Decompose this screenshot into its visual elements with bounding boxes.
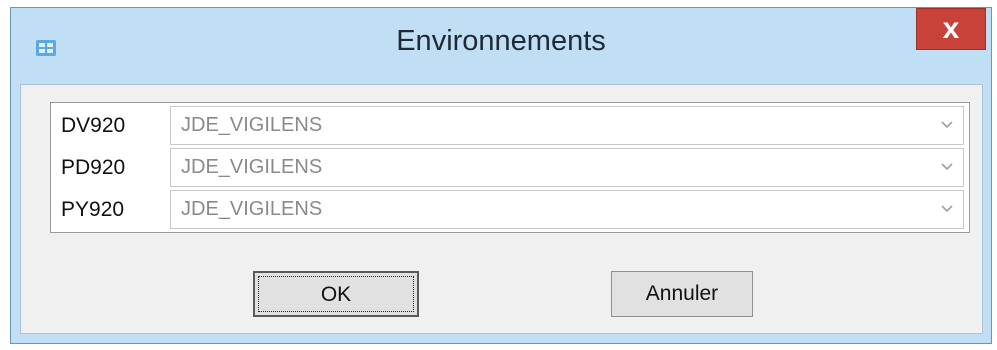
environment-label: PY920	[61, 198, 125, 221]
environment-dropdown-pd920[interactable]: JDE_VIGILENS	[170, 148, 964, 187]
environment-dropdown-py920[interactable]: JDE_VIGILENS	[170, 190, 964, 229]
environment-row-dv920: DV920 JDE_VIGILENS	[51, 105, 969, 146]
title-bar[interactable]: Environnements x	[11, 8, 991, 84]
close-icon: x	[942, 12, 960, 45]
dialog-title: Environnements	[396, 25, 606, 57]
environment-row-py920: PY920 JDE_VIGILENS	[51, 189, 969, 230]
environment-row-pd920: PD920 JDE_VIGILENS	[51, 147, 969, 188]
cancel-button[interactable]: Annuler	[611, 271, 753, 317]
environment-dropdown-dv920[interactable]: JDE_VIGILENS	[170, 106, 964, 145]
dropdown-value: JDE_VIGILENS	[181, 198, 323, 220]
chevron-down-icon	[941, 205, 953, 213]
chevron-down-icon	[941, 121, 953, 129]
ok-button[interactable]: OK	[253, 271, 419, 317]
close-button[interactable]: x	[916, 8, 986, 50]
chevron-down-icon	[941, 163, 953, 171]
environment-label: PD920	[61, 156, 126, 179]
cancel-button-label: Annuler	[645, 282, 719, 305]
environnements-dialog: Environnements x DV920 JDE_VIGILENS PD92…	[10, 7, 992, 344]
dialog-body: DV920 JDE_VIGILENS PD920 JDE_VIGILENS PY…	[20, 84, 983, 334]
environment-label: DV920	[61, 114, 126, 137]
dropdown-value: JDE_VIGILENS	[181, 114, 323, 136]
focus-indicator	[258, 276, 414, 312]
dropdown-value: JDE_VIGILENS	[181, 156, 323, 178]
environment-table: DV920 JDE_VIGILENS PD920 JDE_VIGILENS PY…	[50, 102, 970, 233]
